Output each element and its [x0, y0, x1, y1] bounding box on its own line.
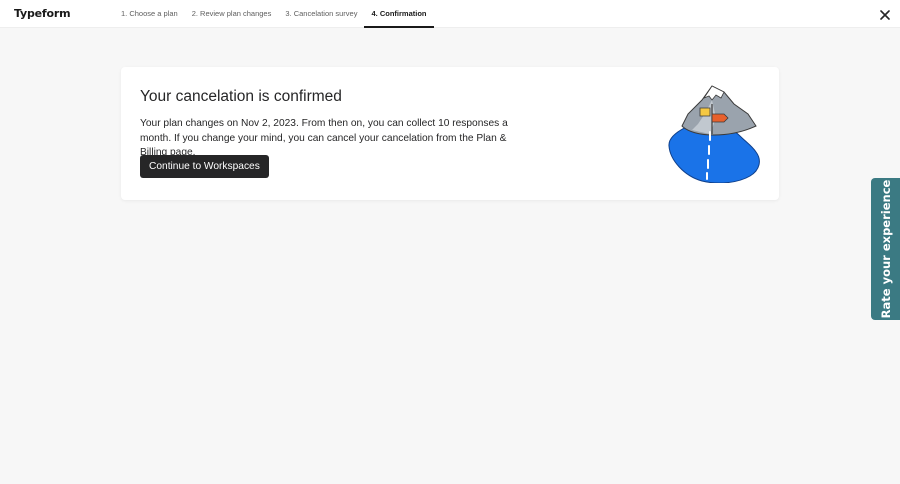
step-confirmation[interactable]: 4. Confirmation [364, 0, 434, 28]
confirmation-card: Your cancelation is confirmed Your plan … [121, 67, 779, 200]
rate-experience-label: Rate your experience [878, 179, 893, 319]
page-title: Your cancelation is confirmed [140, 88, 342, 105]
close-icon [880, 10, 890, 20]
mountain-road-illustration [668, 85, 760, 183]
step-review-plan-changes[interactable]: 2. Review plan changes [185, 0, 279, 28]
confirmation-message: Your plan changes on Nov 2, 2023. From t… [140, 118, 508, 158]
step-choose-plan[interactable]: 1. Choose a plan [114, 0, 185, 28]
close-button[interactable] [879, 8, 891, 20]
typeform-logo[interactable]: Typeform [14, 7, 71, 20]
stepper: 1. Choose a plan 2. Review plan changes … [114, 0, 434, 28]
top-bar: Typeform 1. Choose a plan 2. Review plan… [0, 0, 900, 28]
continue-to-workspaces-button[interactable]: Continue to Workspaces [140, 155, 269, 178]
step-cancelation-survey[interactable]: 3. Cancelation survey [278, 0, 364, 28]
rate-experience-tab[interactable]: Rate your experience [871, 178, 900, 320]
